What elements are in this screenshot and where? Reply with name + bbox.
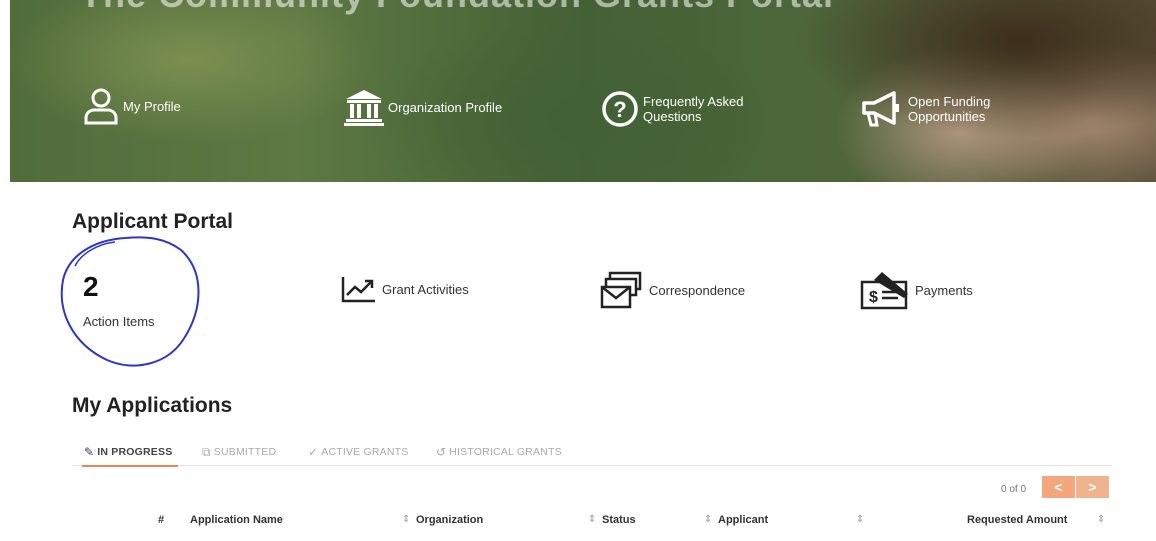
my-applications-heading: My Applications <box>72 394 233 417</box>
history-icon: ↺ <box>436 445 447 459</box>
sort-icon[interactable]: ⇕ <box>856 514 864 525</box>
sort-icon[interactable]: ⇕ <box>588 514 596 525</box>
tab-in-progress[interactable]: ✎ IN PROGRESS <box>81 438 179 467</box>
tab-active-grants-label: ACTIVE GRANTS <box>321 446 409 458</box>
svg-text:$: $ <box>869 289 878 306</box>
column-header-number[interactable]: # <box>158 514 164 526</box>
megaphone-icon <box>862 91 899 127</box>
organization-profile-link[interactable]: Organization Profile <box>344 88 502 126</box>
sort-icon[interactable]: ⇕ <box>1097 514 1105 525</box>
action-items-count[interactable]: 2 <box>83 271 99 303</box>
question-circle-icon: ? <box>602 91 638 127</box>
edit-icon: ✎ <box>84 445 95 459</box>
svg-text:?: ? <box>613 97 626 122</box>
previous-page-button[interactable]: < <box>1042 476 1075 498</box>
my-profile-label: My Profile <box>123 98 181 114</box>
hero-title: The Community Foundation Grants Portal <box>80 0 834 16</box>
trend-chart-icon <box>341 277 375 303</box>
payments-label: Payments <box>915 282 973 298</box>
column-header-requested-amount[interactable]: Requested Amount <box>967 514 1067 526</box>
external-link-icon: ⧉ <box>202 444 211 459</box>
organization-profile-label: Organization Profile <box>388 99 503 115</box>
pagination-count: 0 of 0 <box>1001 484 1027 495</box>
check-icon: ✓ <box>308 445 319 459</box>
open-funding-link[interactable]: Open Funding Opportunities <box>860 90 1018 128</box>
column-header-application-name[interactable]: Application Name <box>190 514 283 526</box>
column-header-organization[interactable]: Organization <box>416 514 483 526</box>
tab-submitted[interactable]: ⧉ SUBMITTED <box>202 438 276 466</box>
hero-banner: The Community Foundation Grants Portal M… <box>10 0 1156 182</box>
column-header-status[interactable]: Status <box>602 514 636 526</box>
applications-tab-bar: ✎ IN PROGRESS ⧉ SUBMITTED ✓ ACTIVE GRANT… <box>72 438 1112 467</box>
tab-in-progress-label: IN PROGRESS <box>97 446 173 458</box>
grant-activities-link[interactable]: Grant Activities <box>341 275 469 303</box>
my-profile-link[interactable]: My Profile <box>83 87 181 125</box>
grant-activities-label: Grant Activities <box>382 281 469 297</box>
mail-stack-icon <box>600 271 642 309</box>
user-outline-icon <box>84 88 118 125</box>
correspondence-label: Correspondence <box>649 282 746 298</box>
tab-historical-grants-label: HISTORICAL GRANTS <box>449 446 562 458</box>
sort-icon[interactable]: ⇕ <box>704 514 712 525</box>
applications-table-header: # Application Name ⇕ Organization ⇕ Stat… <box>72 508 1112 536</box>
open-funding-label: Open Funding Opportunities <box>908 94 991 124</box>
tab-submitted-label: SUBMITTED <box>213 446 277 458</box>
check-payment-icon: $ <box>860 272 908 310</box>
tab-historical-grants[interactable]: ↺ HISTORICAL GRANTS <box>436 438 562 466</box>
column-header-applicant[interactable]: Applicant <box>718 514 768 526</box>
correspondence-link[interactable]: Correspondence <box>600 271 745 309</box>
hand-drawn-annotation-circle <box>60 236 200 367</box>
next-page-button[interactable]: > <box>1076 476 1109 498</box>
payments-link[interactable]: $ Payments <box>860 270 973 310</box>
action-items-label[interactable]: Action Items <box>83 314 155 329</box>
tab-active-grants[interactable]: ✓ ACTIVE GRANTS <box>308 438 408 466</box>
bank-building-icon <box>344 90 384 126</box>
applicant-portal-heading: Applicant Portal <box>72 210 234 233</box>
faq-link[interactable]: ? Frequently Asked Questions <box>601 90 753 128</box>
sort-icon[interactable]: ⇕ <box>402 514 410 525</box>
faq-label: Frequently Asked Questions <box>643 94 744 124</box>
